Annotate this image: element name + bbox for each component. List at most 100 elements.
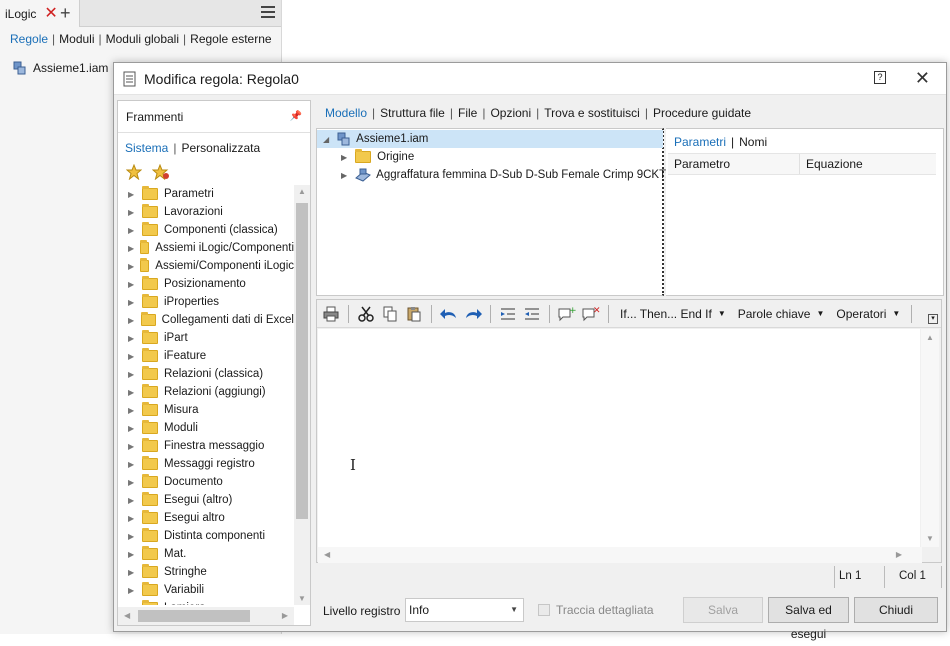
scrollbar-thumb[interactable] — [296, 203, 308, 519]
help-icon[interactable]: ? — [874, 71, 886, 84]
redo-icon[interactable] — [463, 304, 483, 324]
snippet-folder[interactable]: ▶ Componenti (classica) — [118, 221, 294, 239]
collapsed-arrow-icon[interactable]: ▶ — [128, 514, 136, 523]
collapsed-arrow-icon[interactable]: ▶ — [128, 550, 136, 559]
snippets-horizontal-scrollbar[interactable]: ◀ ▶ — [118, 607, 294, 625]
undo-icon[interactable] — [439, 304, 459, 324]
snippet-folder[interactable]: ▶ Assiemi/Componenti iLogic — [118, 257, 294, 275]
link-forms[interactable]: Moduli — [55, 32, 98, 46]
star-add-icon[interactable] — [152, 164, 170, 180]
snippet-folder[interactable]: ▶ Collegamenti dati di Excel — [118, 311, 294, 329]
snippet-folder[interactable]: ▶ Relazioni (aggiungi) — [118, 383, 294, 401]
add-comment-icon[interactable]: + — [557, 304, 577, 324]
close-dialog-button[interactable]: ✕ — [915, 68, 930, 89]
scroll-down-icon[interactable]: ▼ — [298, 594, 306, 603]
tab-system[interactable]: Sistema — [125, 141, 173, 155]
snippet-folder[interactable]: ▶ Moduli — [118, 419, 294, 437]
snippet-folder[interactable]: ▶ Stringhe — [118, 563, 294, 581]
paste-icon[interactable] — [404, 304, 424, 324]
snippet-folder[interactable]: ▶ Documento — [118, 473, 294, 491]
snippet-folder[interactable]: ▶ Lamiera — [118, 599, 294, 605]
collapsed-arrow-icon[interactable]: ▶ — [128, 244, 134, 253]
snippet-folder[interactable]: ▶ Parametri — [118, 185, 294, 203]
collapsed-arrow-icon[interactable]: ▶ — [128, 352, 136, 361]
copy-icon[interactable] — [380, 304, 400, 324]
collapsed-arrow-icon[interactable]: ▶ — [128, 370, 136, 379]
collapsed-arrow-icon[interactable]: ▶ — [341, 153, 347, 162]
collapsed-arrow-icon[interactable]: ▶ — [128, 424, 136, 433]
collapsed-arrow-icon[interactable]: ▶ — [128, 388, 136, 397]
scroll-up-icon[interactable]: ▲ — [298, 187, 306, 196]
snippet-folder[interactable]: ▶ Variabili — [118, 581, 294, 599]
collapsed-arrow-icon[interactable]: ▶ — [128, 532, 136, 541]
snippet-folder[interactable]: ▶ Relazioni (classica) — [118, 365, 294, 383]
snippet-folder[interactable]: ▶ Distinta componenti — [118, 527, 294, 545]
scroll-right-icon[interactable]: ▶ — [282, 611, 288, 620]
indent-icon[interactable] — [498, 304, 518, 324]
log-level-select[interactable]: Info ▼ — [405, 598, 524, 622]
tab-custom[interactable]: Personalizzata — [176, 141, 260, 155]
snippet-folder[interactable]: ▶ Posizionamento — [118, 275, 294, 293]
collapsed-arrow-icon[interactable]: ▶ — [128, 604, 136, 606]
save-and-run-button[interactable]: Salva ed esegui — [768, 597, 849, 641]
cut-icon[interactable] — [356, 304, 376, 324]
snippet-folder[interactable]: ▶ iProperties — [118, 293, 294, 311]
tab-names[interactable]: Nomi — [734, 135, 767, 149]
column-parameter[interactable]: Parametro — [668, 154, 800, 174]
editor-vertical-scrollbar[interactable]: ▲ ▼ — [921, 329, 939, 547]
close-icon[interactable]: ✕ — [44, 5, 57, 22]
tree-node-part[interactable]: ▶ Aggraffatura femmina D-Sub D-Sub Femal… — [341, 166, 674, 184]
tab-options[interactable]: Opzioni — [485, 106, 536, 120]
collapsed-arrow-icon[interactable]: ▶ — [128, 406, 136, 415]
snippet-folder[interactable]: ▶ Esegui (altro) — [118, 491, 294, 509]
snippet-folder[interactable]: ▶ Lavorazioni — [118, 203, 294, 221]
tab-wizards[interactable]: Procedure guidate — [648, 106, 756, 120]
snippet-folder[interactable]: ▶ Messaggi registro — [118, 455, 294, 473]
collapsed-arrow-icon[interactable]: ▶ — [341, 171, 347, 180]
scroll-right-icon[interactable]: ▶ — [896, 550, 902, 559]
link-external-rules[interactable]: Regole esterne — [186, 32, 275, 46]
tab-find-replace[interactable]: Trova e sostituisci — [539, 106, 645, 120]
save-button[interactable]: Salva — [683, 597, 763, 623]
snippet-folder[interactable]: ▶ Finestra messaggio — [118, 437, 294, 455]
code-text-area[interactable]: I — [318, 329, 920, 547]
expanded-arrow-icon[interactable]: ◢ — [323, 135, 329, 144]
collapsed-arrow-icon[interactable]: ▶ — [128, 226, 136, 235]
link-rules[interactable]: Regole — [10, 32, 52, 46]
collapsed-arrow-icon[interactable]: ▶ — [128, 316, 135, 325]
keywords-dropdown[interactable]: Parole chiave ▼ — [734, 307, 829, 321]
collapsed-arrow-icon[interactable]: ▶ — [128, 298, 136, 307]
snippet-folder[interactable]: ▶ iPart — [118, 329, 294, 347]
collapsed-arrow-icon[interactable]: ▶ — [128, 190, 136, 199]
collapsed-arrow-icon[interactable]: ▶ — [128, 496, 136, 505]
collapsed-arrow-icon[interactable]: ▶ — [128, 478, 136, 487]
collapsed-arrow-icon[interactable]: ▶ — [128, 262, 134, 271]
document-node[interactable]: Assieme1.iam — [13, 61, 108, 75]
snippet-folder[interactable]: ▶ Misura — [118, 401, 294, 419]
scroll-left-icon[interactable]: ◀ — [324, 550, 330, 559]
collapsed-arrow-icon[interactable]: ▶ — [128, 334, 136, 343]
menu-icon[interactable] — [261, 6, 275, 21]
checkbox-box[interactable] — [538, 604, 550, 616]
tab-file[interactable]: File — [453, 106, 482, 120]
snippet-folder[interactable]: ▶ iFeature — [118, 347, 294, 365]
tree-node-root[interactable]: ◢ Assieme1.iam — [317, 130, 663, 148]
snippet-folder[interactable]: ▶ Assiemi iLogic/Componenti — [118, 239, 294, 257]
collapsed-arrow-icon[interactable]: ▶ — [128, 586, 136, 595]
star-icon[interactable] — [126, 164, 142, 180]
if-then-dropdown[interactable]: If... Then... End If ▼ — [616, 307, 730, 321]
outdent-icon[interactable] — [522, 304, 542, 324]
ilogic-tab[interactable]: iLogic ✕ + — [0, 0, 80, 27]
scrollbar-thumb[interactable] — [138, 610, 250, 622]
snippet-folder[interactable]: ▶ Esegui altro — [118, 509, 294, 527]
plus-icon[interactable]: + — [60, 3, 71, 24]
column-equation[interactable]: Equazione — [800, 154, 863, 174]
scroll-left-icon[interactable]: ◀ — [124, 611, 130, 620]
operators-dropdown[interactable]: Operatori ▼ — [832, 307, 904, 321]
collapsed-arrow-icon[interactable]: ▶ — [128, 280, 136, 289]
print-icon[interactable] — [321, 304, 341, 324]
toolbar-overflow-icon[interactable]: ▾ — [928, 314, 938, 324]
snippets-vertical-scrollbar[interactable]: ▲ ▼ — [294, 185, 310, 605]
editor-horizontal-scrollbar[interactable]: ◀ ▶ — [318, 547, 922, 563]
snippet-folder[interactable]: ▶ Mat. — [118, 545, 294, 563]
